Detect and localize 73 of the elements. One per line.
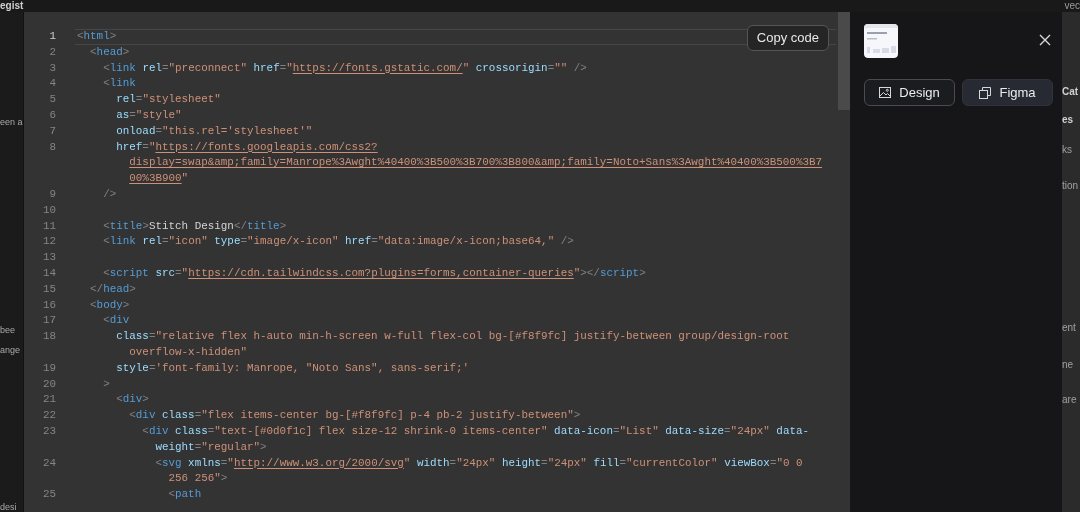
- code-line: overflow-x-hidden": [129, 345, 247, 358]
- background-text: es: [1062, 114, 1074, 126]
- copy-icon: [979, 86, 992, 99]
- figma-button[interactable]: Figma: [962, 79, 1053, 106]
- image-icon: [879, 87, 892, 98]
- code-line: >: [102, 377, 110, 390]
- line-number: 13: [41, 250, 56, 266]
- background-text: ange: [0, 345, 21, 356]
- scrollbar-thumb[interactable]: [838, 12, 850, 110]
- line-number: 18: [41, 329, 56, 345]
- background-text: Cat: [1062, 86, 1079, 98]
- code-line: as="style": [115, 109, 182, 121]
- code-line: <div class="flex items-center bg-[#f8f9fc] p-4 pb-2 justify-between">: [128, 409, 581, 422]
- line-number: 7: [48, 123, 56, 139]
- background-text: are: [1062, 394, 1077, 406]
- code-line: <div class="text-[#0d0f1c] flex size-12 shrink-0 items-center" data-icon="List" data-size="24px" data-: [141, 424, 810, 437]
- code-line: style='font-family: Manrope, "Noto Sans", sans-serif;': [115, 361, 470, 374]
- background-text: desi: [0, 502, 17, 512]
- design-button[interactable]: Design: [864, 79, 955, 106]
- copy-code-button[interactable]: Copy code: [746, 25, 829, 51]
- header-text: vec: [1064, 0, 1080, 12]
- line-number: 22: [41, 408, 56, 424]
- line-number: 5: [48, 92, 56, 108]
- code-line: <div: [102, 314, 130, 327]
- code-line: onload="this.rel='stylesheet'": [115, 124, 313, 137]
- code-line: weight="regular">: [155, 440, 267, 453]
- line-number: 16: [41, 297, 56, 313]
- line-number: 11: [41, 218, 56, 234]
- page-title: egist: [0, 0, 24, 12]
- line-number: 4: [48, 76, 56, 92]
- line-number: 23: [41, 423, 56, 439]
- code-line: <script src="https://cdn.tailwindcss.com?plugins=forms,container-queries"></script>: [102, 266, 646, 279]
- background-text: ne: [1062, 359, 1074, 371]
- code-line: />: [102, 187, 117, 200]
- line-number: 24: [41, 455, 56, 471]
- background-text: ent: [1062, 322, 1076, 334]
- background-text: bee: [0, 325, 16, 336]
- code-line: display=swap&amp;family=Manrope%3Awght%40400%3B500%3B700%3B800&amp;family=Noto+Sans%3Awght%40400%3B500%3B7: [129, 156, 823, 169]
- code-line: <div>: [115, 393, 149, 406]
- code-line: <path: [167, 488, 202, 501]
- line-number: 19: [41, 360, 56, 376]
- code-line: 00%3B900": [129, 172, 189, 185]
- line-number: 15: [41, 281, 56, 297]
- background-text: tion: [1062, 180, 1079, 192]
- line-number: 17: [41, 313, 56, 329]
- code-line: class="relative flex h-auto min-h-screen w-full flex-col bg-[#f8f9fc] justify-between group/design-root: [115, 330, 790, 343]
- line-number: 12: [41, 234, 56, 250]
- code-line: <title>Stitch Design</title>: [102, 219, 287, 232]
- code-line: </head>: [89, 282, 136, 295]
- line-number: 21: [41, 392, 56, 408]
- line-number: 3: [48, 60, 56, 76]
- line-number: 25: [41, 487, 56, 503]
- line-number: 10: [41, 202, 56, 218]
- background-text: ks: [1062, 144, 1072, 156]
- line-number: 8: [48, 139, 56, 155]
- code-line: <head>: [89, 45, 130, 58]
- line-number: 1: [48, 29, 56, 44]
- background-text: een a: [0, 117, 23, 128]
- code-line: <link rel="preconnect" href="https://fonts.gstatic.com/" crossorigin="" />: [102, 61, 587, 74]
- code-line: 256 256">: [168, 472, 228, 485]
- line-number: 14: [41, 265, 56, 281]
- code-line: <link: [102, 77, 136, 90]
- line-number: 6: [48, 108, 56, 123]
- close-icon[interactable]: [1039, 34, 1051, 46]
- code-line: href="https://fonts.googleapis.com/css2?: [115, 140, 378, 153]
- code-line: rel="stylesheet": [115, 93, 221, 106]
- line-number: 2: [48, 44, 56, 60]
- code-line: <svg xmlns="http://www.w3.org/2000/svg" width="24px" height="24px" fill="currentColor" viewBox="0 0: [154, 456, 803, 469]
- line-number: 9: [48, 186, 56, 202]
- line-number: 20: [41, 376, 56, 392]
- code-line: <html>: [77, 30, 117, 42]
- code-line: <body>: [89, 298, 130, 311]
- code-line: <link rel="icon" type="image/x-icon" href="data:image/x-icon;base64," />: [102, 235, 574, 248]
